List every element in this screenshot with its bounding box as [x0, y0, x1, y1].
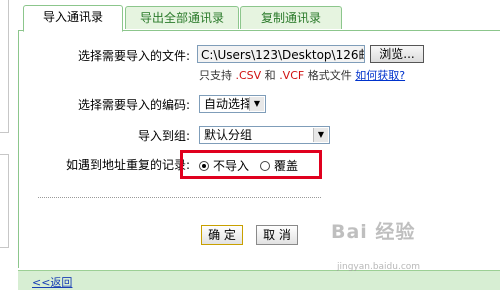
tab-import-contacts[interactable]: 导入通讯录	[23, 5, 123, 32]
format-hint: 只支持 .CSV 和 .VCF 格式文件 如何获取?	[199, 67, 405, 83]
encoding-select[interactable]: 自动选择 ▼	[199, 95, 266, 113]
sidebar-panel-fragment-bottom	[0, 154, 9, 248]
hint-prefix: 只支持	[199, 69, 236, 82]
radio-unchecked-icon	[260, 160, 270, 171]
encoding-label: 选择需要导入的编码:	[77, 98, 190, 112]
watermark-url: jingyan.baidu.com	[337, 262, 421, 272]
radio-checked-icon	[199, 160, 209, 171]
ok-button[interactable]: 确 定	[201, 225, 243, 245]
hint-vcf: .VCF	[279, 69, 305, 82]
back-link[interactable]: <<返回	[32, 274, 72, 290]
how-to-obtain-link[interactable]: 如何获取?	[355, 69, 405, 82]
tab-copy-contacts[interactable]: 复制通讯录	[240, 6, 342, 29]
duplicate-label: 如遇到地址重复的记录:	[65, 158, 190, 172]
radio-overwrite-label: 覆盖	[274, 159, 299, 173]
watermark-logo: Bai 经验	[331, 221, 416, 243]
radio-no-import-label: 不导入	[213, 159, 250, 173]
divider	[38, 197, 321, 198]
hint-and: 和	[261, 69, 280, 82]
tab-bar: 导入通讯录 导出全部通讯录 复制通讯录	[18, 0, 500, 32]
group-label: 导入到组:	[137, 129, 190, 143]
cancel-button[interactable]: 取 消	[256, 225, 298, 245]
group-select-value: 默认分组	[204, 128, 253, 142]
group-select[interactable]: 默认分组 ▼	[199, 126, 330, 144]
chevron-down-icon: ▼	[249, 97, 264, 111]
radio-overwrite[interactable]: 覆盖	[260, 157, 298, 174]
file-path-input[interactable]: C:\Users\123\Desktop\126邮	[197, 45, 365, 63]
hint-csv: .CSV	[235, 69, 262, 82]
sidebar-panel-fragment-top	[0, 0, 9, 133]
browse-button[interactable]: 浏览...	[370, 45, 424, 63]
hint-suffix: 格式文件	[304, 69, 356, 82]
tab-export-all-contacts[interactable]: 导出全部通讯录	[125, 6, 239, 29]
file-label: 选择需要导入的文件:	[77, 49, 190, 63]
footer-bar: <<返回	[18, 270, 500, 290]
encoding-select-value: 自动选择	[204, 97, 253, 111]
chevron-down-icon: ▼	[313, 128, 328, 142]
radio-no-import[interactable]: 不导入	[199, 157, 249, 174]
